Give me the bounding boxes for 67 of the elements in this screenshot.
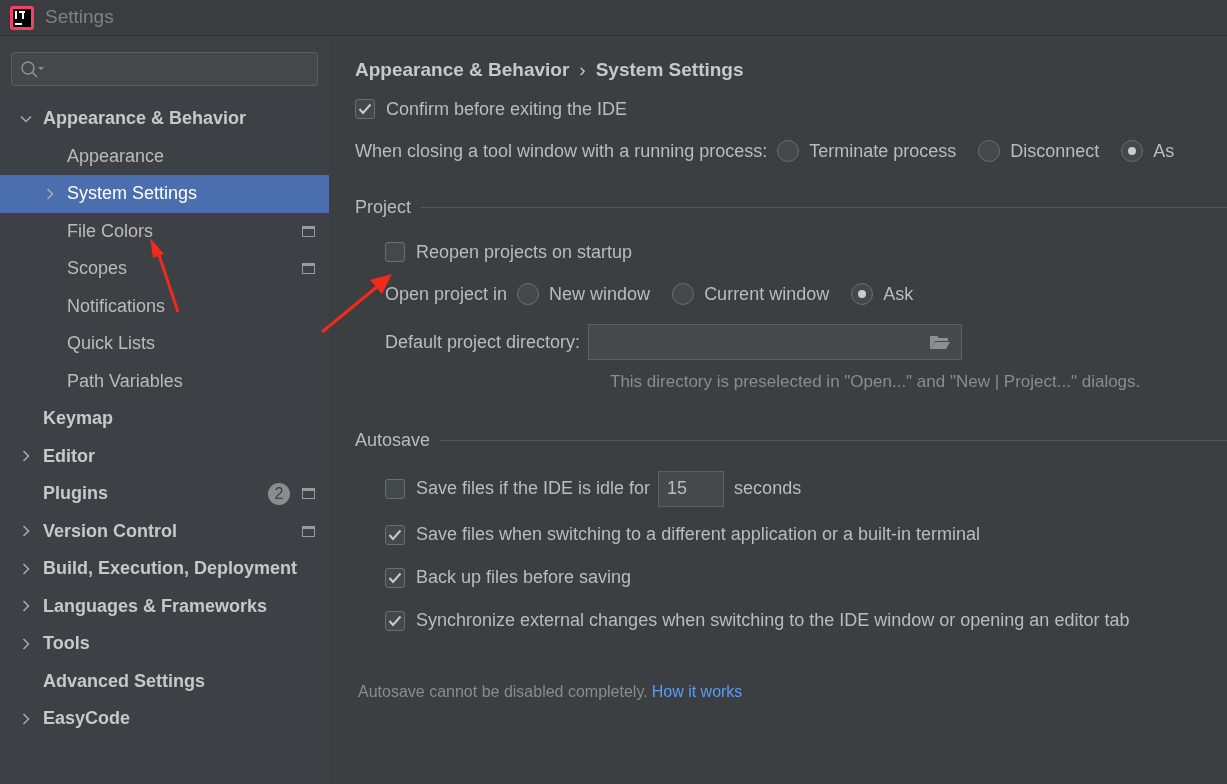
- unit-label: seconds: [734, 477, 802, 500]
- tree-item[interactable]: Appearance: [0, 137, 329, 175]
- checkbox-label: Reopen projects on startup: [416, 240, 633, 264]
- breadcrumb-item[interactable]: Appearance & Behavior: [355, 55, 570, 85]
- checkbox-label: Back up files before saving: [416, 566, 632, 589]
- tree-item[interactable]: Languages & Frameworks: [0, 587, 329, 625]
- hint-text: This directory is preselected in "Open..." and "New | Project..." dialogs.: [610, 371, 1142, 393]
- checkbox[interactable]: [385, 478, 405, 499]
- tree-item[interactable]: Path Variables: [0, 362, 329, 400]
- checkbox-label: Confirm before exiting the IDE: [386, 97, 628, 121]
- search-field[interactable]: [11, 52, 318, 86]
- radio-group-label: When closing a tool window with a running process:: [355, 139, 768, 163]
- search-icon: [20, 60, 46, 78]
- tree-item[interactable]: Advanced Settings: [0, 662, 329, 700]
- radio-label: Current window: [704, 282, 830, 306]
- tree-item[interactable]: Quick Lists: [0, 325, 329, 363]
- tree-item[interactable]: Build, Execution, Deployment: [0, 550, 329, 588]
- tree-item[interactable]: Keymap: [0, 400, 329, 438]
- chevron-right-icon[interactable]: [20, 637, 32, 650]
- tree-item[interactable]: Version Control: [0, 512, 329, 550]
- chevron-right-icon[interactable]: [20, 712, 32, 725]
- radio-label: New window: [549, 282, 651, 306]
- tree-item[interactable]: File Colors: [0, 212, 329, 250]
- radio-button[interactable]: [777, 140, 800, 162]
- radio-button[interactable]: [978, 140, 1001, 162]
- radio-label: Terminate process: [809, 139, 957, 163]
- checkbox[interactable]: [385, 610, 405, 631]
- checkbox[interactable]: [385, 242, 405, 262]
- app-logo-icon: [10, 5, 34, 30]
- count-badge: 2: [268, 482, 290, 505]
- field-label: Default project directory:: [385, 330, 581, 354]
- breadcrumb-separator: ›: [579, 57, 586, 82]
- radio-button[interactable]: [517, 283, 540, 305]
- section-title: Autosave: [355, 429, 431, 452]
- tree-item[interactable]: Appearance & Behavior: [0, 100, 329, 138]
- checkbox[interactable]: [385, 567, 405, 588]
- directory-field[interactable]: [588, 324, 963, 360]
- how-it-works-link[interactable]: How it works: [651, 682, 743, 700]
- radio-group-label: Open project in: [385, 282, 508, 306]
- checkbox[interactable]: [355, 99, 375, 119]
- chevron-right-icon[interactable]: [20, 450, 32, 463]
- tree-item[interactable]: Editor: [0, 437, 329, 475]
- tree-item[interactable]: Plugins 2: [0, 475, 329, 513]
- seconds-field[interactable]: 15: [658, 470, 725, 507]
- section-title: Project: [355, 195, 412, 219]
- folder-icon[interactable]: [929, 334, 952, 350]
- checkbox[interactable]: [385, 524, 405, 545]
- tree-item[interactable]: System Settings: [0, 175, 329, 213]
- tree-item[interactable]: Scopes: [0, 250, 329, 288]
- chevron-right-icon[interactable]: [20, 562, 32, 575]
- radio-label: As: [1153, 139, 1175, 163]
- chevron-right-icon[interactable]: [20, 525, 32, 538]
- tree-item[interactable]: Tools: [0, 625, 329, 663]
- radio-label: Ask: [883, 282, 914, 306]
- note-text: Autosave cannot be disabled completely.: [358, 682, 648, 700]
- breadcrumb-item[interactable]: System Settings: [595, 55, 744, 85]
- checkbox-label: Save files when switching to a different application or a built-in terminal: [416, 523, 980, 546]
- radio-button[interactable]: [851, 283, 874, 305]
- radio-button[interactable]: [1121, 140, 1144, 162]
- window-title: Settings: [45, 5, 114, 30]
- checkbox-label: Save files if the IDE is idle for: [416, 477, 651, 500]
- tree-item[interactable]: Notifications: [0, 287, 329, 325]
- radio-label: Disconnect: [1010, 139, 1100, 163]
- radio-button[interactable]: [672, 283, 695, 305]
- chevron-right-icon[interactable]: [20, 600, 32, 613]
- checkbox-label: Synchronize external changes when switching to the IDE window or opening an editor tab: [416, 609, 1130, 632]
- tree-item[interactable]: EasyCode: [0, 700, 329, 738]
